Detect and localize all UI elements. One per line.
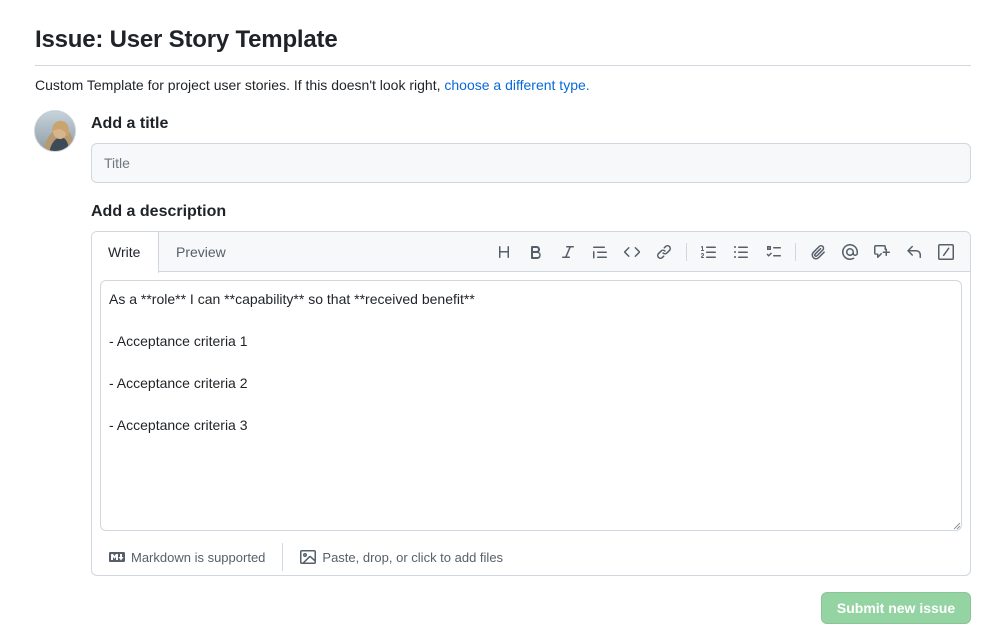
ordered-list-icon[interactable]: [693, 236, 725, 268]
image-icon: [300, 550, 317, 564]
title-label: Add a title: [91, 115, 169, 132]
reply-icon[interactable]: [898, 236, 930, 268]
editor-header: Write Preview: [92, 232, 970, 273]
markdown-note: Markdown is supported: [131, 549, 266, 565]
toolbar-divider: [795, 243, 796, 261]
avatar-image: [35, 111, 75, 151]
tab-write[interactable]: Write: [92, 232, 159, 273]
code-icon[interactable]: [616, 236, 648, 268]
unordered-list-icon[interactable]: [725, 236, 757, 268]
submit-new-issue-button[interactable]: Submit new issue: [821, 592, 971, 624]
markdown-toolbar: [488, 232, 962, 272]
link-icon[interactable]: [648, 236, 680, 268]
heading-icon[interactable]: [488, 236, 520, 268]
attach-icon[interactable]: [802, 236, 834, 268]
choose-different-type-link[interactable]: choose a different type.: [444, 77, 589, 93]
mention-icon[interactable]: [834, 236, 866, 268]
attach-note: Paste, drop, or click to add files: [322, 549, 504, 565]
bold-icon[interactable]: [520, 236, 552, 268]
intro-text: Custom Template for project user stories…: [35, 77, 445, 93]
title-input[interactable]: [91, 143, 971, 183]
description-label: Add a description: [91, 203, 227, 220]
description-editor: Write Preview As a **role** I can **capa…: [91, 231, 971, 576]
task-list-icon[interactable]: [757, 236, 789, 268]
tab-preview[interactable]: Preview: [160, 232, 242, 272]
markdown-icon: [109, 552, 125, 562]
markdown-supported-link[interactable]: Markdown is supported: [92, 543, 282, 571]
description-textarea[interactable]: [100, 280, 962, 531]
title-divider: [35, 65, 971, 66]
toolbar-divider: [686, 243, 687, 261]
slash-command-icon[interactable]: [930, 236, 962, 268]
page-title: Issue: User Story Template: [35, 26, 338, 53]
template-intro: Custom Template for project user stories…: [35, 77, 590, 93]
resize-grip-icon[interactable]: [953, 522, 961, 530]
reference-icon[interactable]: [866, 236, 898, 268]
italic-icon[interactable]: [552, 236, 584, 268]
quote-icon[interactable]: [584, 236, 616, 268]
attach-files-area[interactable]: Paste, drop, or click to add files: [283, 543, 520, 571]
editor-footer: Markdown is supported Paste, drop, or cl…: [92, 538, 970, 575]
avatar[interactable]: [34, 110, 76, 152]
